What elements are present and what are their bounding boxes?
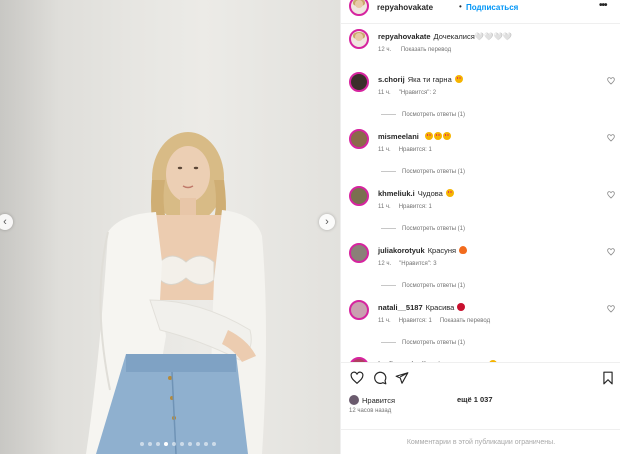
heart-eyes-icon: [454, 75, 463, 83]
commenter-avatar[interactable]: [349, 72, 369, 92]
commenter-avatar[interactable]: [349, 243, 369, 263]
header-separator: •: [459, 2, 462, 11]
comment-body: Чудова: [417, 189, 443, 198]
comment-meta: 12 ч. "Нравится": 3: [378, 261, 445, 267]
comment-text: mismeelani: [378, 132, 451, 141]
comment-meta: 11 ч. Нравится: 1 Показать перевод: [378, 318, 498, 324]
author-avatar[interactable]: [349, 0, 369, 16]
caption-username[interactable]: repyahovakate: [378, 32, 431, 41]
comment-meta: 11 ч. "Нравится": 2: [378, 90, 444, 96]
share-icon[interactable]: [395, 371, 409, 385]
heart-eyes-icon: [445, 189, 454, 197]
commenter-username[interactable]: khmeliuk.i: [378, 189, 415, 198]
view-replies-link[interactable]: Посмотреть ответы (1): [381, 340, 465, 346]
caption-body: Дочекалися🤍🤍🤍🤍: [433, 32, 513, 41]
comment-meta: 11 ч. Нравится: 1: [378, 204, 440, 210]
commenter-username[interactable]: mismeelani: [378, 132, 419, 141]
comment-body: Яка ти гарна: [407, 75, 452, 84]
carousel-dot: [204, 442, 208, 446]
author-avatar[interactable]: [349, 29, 369, 49]
carousel-dot: [212, 442, 216, 446]
carousel-dot: [164, 442, 168, 446]
liker-avatar[interactable]: [349, 395, 359, 405]
comment-like-icon[interactable]: [607, 248, 615, 256]
heart-eyes-icon: [433, 132, 442, 140]
carousel-dot: [172, 442, 176, 446]
caption-time: 12 ч.: [378, 47, 392, 53]
likes-count[interactable]: ещё 1 037: [457, 395, 493, 404]
comment-time: 11 ч.: [378, 204, 391, 210]
photo-illustration: [86, 132, 266, 454]
liked-by-label[interactable]: Нравится: [362, 396, 395, 405]
view-replies-link[interactable]: Посмотреть ответы (1): [381, 169, 465, 175]
commenter-username[interactable]: natali__5187: [378, 303, 423, 312]
view-replies-label[interactable]: Посмотреть ответы (1): [402, 283, 465, 289]
carousel-dot: [140, 442, 144, 446]
view-replies-label[interactable]: Посмотреть ответы (1): [402, 340, 465, 346]
comment-like-icon[interactable]: [607, 191, 615, 199]
view-replies-label[interactable]: Посмотреть ответы (1): [402, 169, 465, 175]
comment-text: s.chorij Яка ти гарна: [378, 75, 463, 84]
commenter-avatar[interactable]: [349, 300, 369, 320]
commenter-avatar[interactable]: [349, 129, 369, 149]
view-replies-link[interactable]: Посмотреть ответы (1): [381, 226, 465, 232]
carousel-dot: [196, 442, 200, 446]
post-photo[interactable]: ‹ ›: [0, 0, 340, 454]
comment-likes[interactable]: Нравится: 1: [399, 204, 432, 210]
comment-likes[interactable]: "Нравится": 2: [399, 90, 436, 96]
caption-translate-link[interactable]: Показать перевод: [401, 47, 451, 53]
post-detail-panel: repyahovakate • Подписаться ••• repyahov…: [340, 0, 620, 454]
view-replies-link[interactable]: Посмотреть ответы (1): [381, 283, 465, 289]
carousel-dot: [156, 442, 160, 446]
comments-list[interactable]: repyahovakate Дочекалися🤍🤍🤍🤍 12 ч. Показа…: [341, 25, 620, 362]
comment-translate-link[interactable]: Показать перевод: [440, 318, 490, 324]
carousel-indicator: [140, 442, 216, 446]
comment-time: 11 ч.: [378, 318, 391, 324]
comment-icon[interactable]: [373, 371, 387, 385]
heart-eyes-icon: [442, 132, 451, 140]
comment-time: 12 ч.: [378, 261, 392, 267]
comment-text: khmeliuk.i Чудова: [378, 189, 454, 198]
view-replies-label[interactable]: Посмотреть ответы (1): [402, 112, 465, 118]
comment-meta: 11 ч. Нравится: 1: [378, 147, 440, 153]
view-replies-link[interactable]: Посмотреть ответы (1): [381, 112, 465, 118]
follow-button[interactable]: Подписаться: [466, 3, 518, 12]
post-actions: Нравится ещё 1 037 12 часов назад Коммен…: [341, 362, 620, 454]
view-replies-label[interactable]: Посмотреть ответы (1): [402, 226, 465, 232]
carousel-next-button[interactable]: ›: [319, 214, 335, 230]
heart-eyes-icon: [424, 132, 433, 140]
caption-text: repyahovakate Дочекалися🤍🤍🤍🤍: [378, 32, 512, 41]
comment-like-icon[interactable]: [607, 305, 615, 313]
commenter-username[interactable]: s.chorij: [378, 75, 405, 84]
more-icon[interactable]: •••: [599, 0, 607, 11]
comment-time: 11 ч.: [378, 90, 391, 96]
fire-icon: [459, 246, 468, 254]
comment-body: Красива: [425, 303, 455, 312]
comment-text: juliakorotyuk Красуня: [378, 246, 468, 255]
heart-icon[interactable]: [350, 371, 364, 385]
comment-like-icon[interactable]: [607, 77, 615, 85]
comment-like-icon[interactable]: [607, 134, 615, 142]
commenter-username[interactable]: juliakorotyuk: [378, 246, 425, 255]
carousel-dot: [188, 442, 192, 446]
comment-body: Красуня: [427, 246, 457, 255]
likes-summary: Нравится ещё 1 037: [349, 395, 493, 405]
comment-likes[interactable]: Нравится: 1: [399, 147, 432, 153]
comment-text: natali__5187 Красива: [378, 303, 466, 312]
comment-likes[interactable]: "Нравится": 3: [399, 261, 436, 267]
bookmark-icon[interactable]: [601, 371, 615, 385]
caption-meta: 12 ч. Показать перевод: [378, 47, 459, 53]
comment-likes[interactable]: Нравится: 1: [399, 318, 432, 324]
rose-icon: [457, 303, 466, 311]
carousel-dot: [180, 442, 184, 446]
commenter-avatar[interactable]: [349, 186, 369, 206]
author-username[interactable]: repyahovakate: [377, 3, 433, 12]
post-time: 12 часов назад: [349, 408, 392, 414]
comments-limited-notice: Комментарии в этой публикации ограничены…: [341, 429, 620, 446]
comment-time: 11 ч.: [378, 147, 391, 153]
carousel-dot: [148, 442, 152, 446]
post-header: repyahovakate • Подписаться •••: [341, 0, 620, 24]
